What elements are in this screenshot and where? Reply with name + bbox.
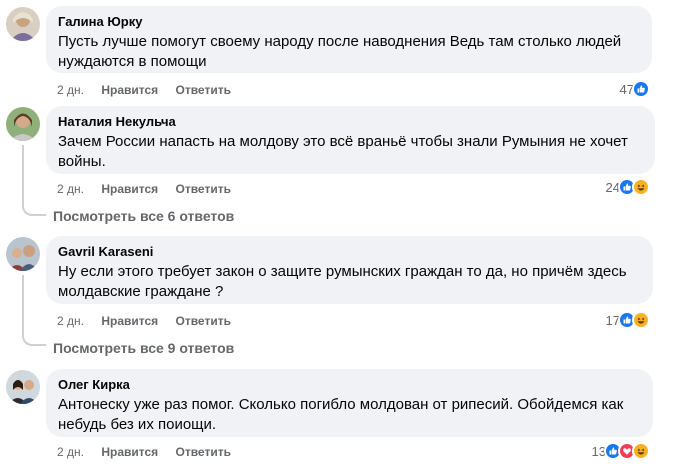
thread-line [22,275,24,335]
comment-text: Антонеску уже раз помог. Сколько погибло… [58,395,641,435]
comment-text-line: войны. [58,153,106,170]
reply-button[interactable]: Ответить [176,314,231,328]
comment-time[interactable]: 2 дн. [57,83,84,97]
comment-actions: 2 дн. Нравится Ответить [57,182,245,196]
like-button[interactable]: Нравится [101,445,158,459]
like-button[interactable]: Нравится [101,83,158,97]
comment-text: Ну если этого требует закон о защите рум… [58,262,641,302]
comment-text-line: небудь без их поиощи. [58,416,217,433]
view-replies-link[interactable]: Посмотреть все 6 ответов [53,207,234,225]
reaction-summary[interactable]: 13 [592,442,650,460]
comment-time[interactable]: 2 дн. [57,445,84,459]
comment-text-line: молдавские граждане ? [58,283,224,300]
comment-author[interactable]: Олег Кирка [58,377,641,393]
comment-text: Пусть лучше помогут своему народу после … [58,32,640,72]
comment-text: Зачем России напасть на молдову это всё … [58,132,643,172]
comment-text-line: Пусть лучше помогут своему народу после … [58,33,622,50]
comment-text-line: нуждаются в помощи [58,53,207,70]
comment-author[interactable]: Gavril Karaseni [58,244,641,260]
like-button[interactable]: Нравится [101,314,158,328]
avatar[interactable] [6,370,40,404]
thread-connector [22,334,46,346]
haha-icon [632,311,650,329]
comment-bubble: Gavril Karaseni Ну если этого требует за… [46,236,653,304]
reply-button[interactable]: Ответить [176,182,231,196]
comment-author[interactable]: Наталия Некульча [58,114,643,130]
reaction-summary[interactable]: 17 [606,311,650,329]
comment-actions: 2 дн. Нравится Ответить [57,83,245,97]
like-icon [632,80,650,98]
comment-text-line: Зачем России напасть на молдову это всё … [58,133,628,150]
haha-icon [632,442,650,460]
comment-time[interactable]: 2 дн. [57,314,84,328]
reaction-summary[interactable]: 24 [606,178,650,196]
comment-actions: 2 дн. Нравится Ответить [57,314,245,328]
reply-button[interactable]: Ответить [176,445,231,459]
view-replies-link[interactable]: Посмотреть все 9 ответов [53,339,234,357]
comment-bubble: Галина Юрку Пусть лучше помогут своему н… [46,6,652,73]
thread-line [22,145,24,205]
comment-text-line: Ну если этого требует закон о защите рум… [58,263,627,280]
comment-author[interactable]: Галина Юрку [58,14,640,30]
avatar[interactable] [6,107,40,141]
avatar[interactable] [6,237,40,271]
avatar[interactable] [6,7,40,41]
like-button[interactable]: Нравится [101,182,158,196]
comment-text-line: Антонеску уже раз помог. Сколько погибло… [58,396,624,413]
comment-time[interactable]: 2 дн. [57,182,84,196]
comment-bubble: Олег Кирка Антонеску уже раз помог. Скол… [46,369,653,437]
thread-connector [22,204,46,216]
reaction-summary[interactable]: 47 [620,80,650,98]
haha-icon [632,178,650,196]
comment-actions: 2 дн. Нравится Ответить [57,445,245,459]
reply-button[interactable]: Ответить [176,83,231,97]
comment-bubble: Наталия Некульча Зачем России напасть на… [46,106,655,174]
